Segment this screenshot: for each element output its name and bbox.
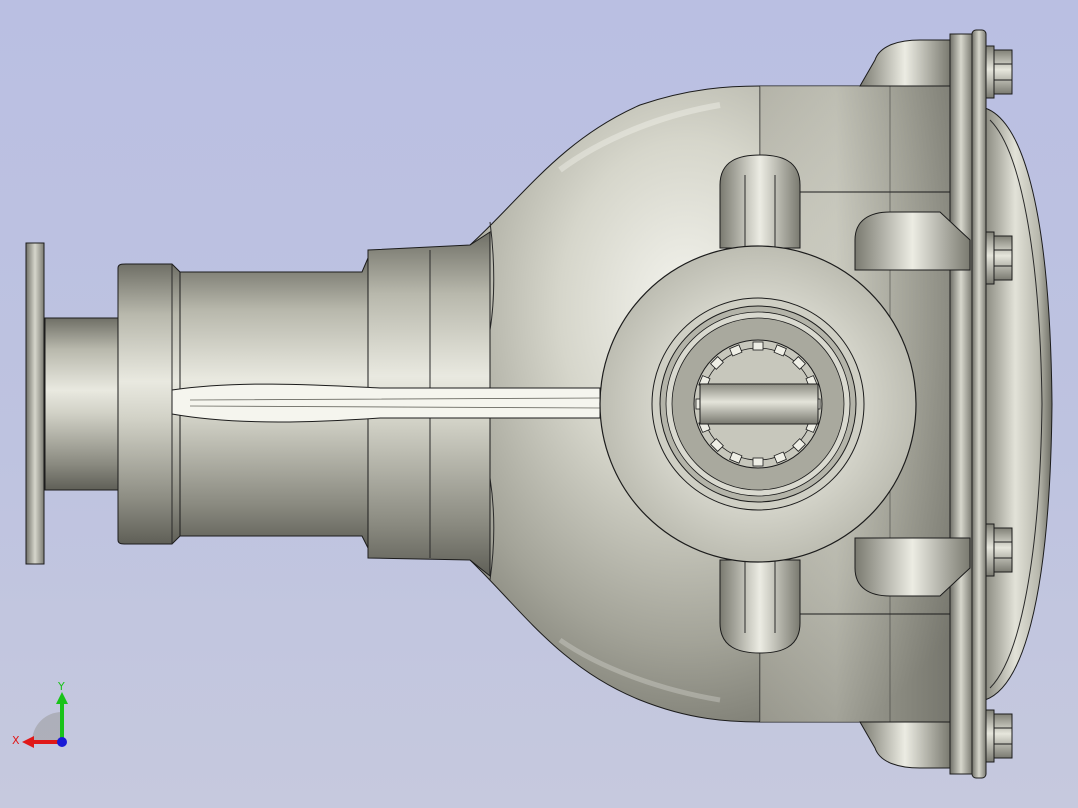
bottom-boss xyxy=(859,721,951,769)
bolt xyxy=(985,231,1013,285)
y-axis-arrow xyxy=(56,692,68,704)
bolt xyxy=(985,523,1013,577)
x-axis-arrow xyxy=(22,736,34,748)
gearbox-housing-model[interactable] xyxy=(0,0,1078,808)
spline-tooth xyxy=(752,457,764,467)
split-line xyxy=(171,383,601,423)
flange-plate-outer xyxy=(971,29,987,779)
triad-arc xyxy=(32,712,62,742)
rib-top xyxy=(719,154,801,249)
end-tube xyxy=(44,317,119,491)
cad-3d-viewport[interactable]: Y X xyxy=(0,0,1078,808)
z-axis-dot xyxy=(57,737,67,747)
extension-collar xyxy=(117,263,181,545)
y-axis-label: Y xyxy=(57,680,65,693)
spline-tooth xyxy=(752,341,764,351)
end-flange xyxy=(25,242,45,565)
shaft xyxy=(699,383,819,425)
top-boss xyxy=(859,39,951,87)
bolt xyxy=(985,45,1013,99)
rib-bottom xyxy=(719,559,801,654)
flange-plate xyxy=(949,33,973,775)
axis-triad: Y X xyxy=(12,680,68,748)
bolt xyxy=(985,709,1013,763)
x-axis-label: X xyxy=(12,734,20,747)
